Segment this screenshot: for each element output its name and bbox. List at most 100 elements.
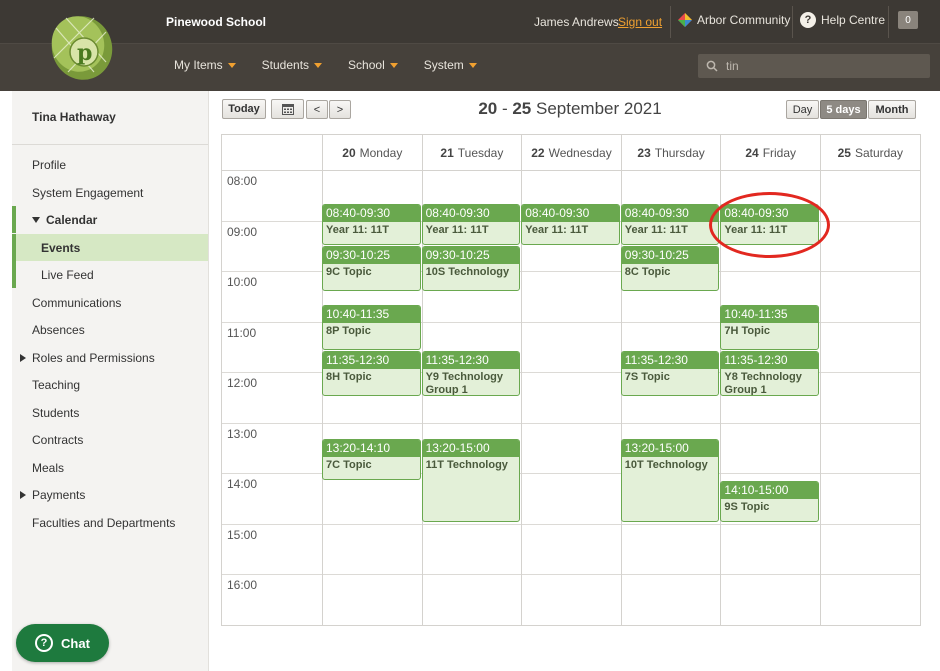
event-title: 8C Topic — [624, 265, 671, 278]
sidebar-item-students[interactable]: Students — [12, 399, 208, 426]
day-column-header[interactable]: 21 Tuesday — [421, 135, 522, 170]
next-button[interactable]: > — [329, 100, 351, 119]
previous-button[interactable]: < — [306, 100, 328, 119]
sidebar: Tina Hathaway Profile System Engagement … — [12, 91, 209, 671]
event-title: Y8 Technology Group 1 — [724, 370, 802, 396]
search-input[interactable] — [726, 59, 916, 73]
day-number: 20 — [342, 145, 356, 160]
sidebar-item-faculties-and-departments[interactable]: Faculties and Departments — [12, 509, 208, 536]
calendar-event[interactable]: 10:40-11:35 7H Topic — [720, 304, 819, 350]
search-icon — [706, 60, 718, 72]
event-time: 14:10-15:00 — [721, 482, 818, 500]
calendar-event[interactable]: 09:30-10:25 9C Topic — [322, 245, 421, 292]
day-column-header[interactable]: 25 Saturday — [820, 135, 920, 170]
sidebar-item-payments[interactable]: Payments — [12, 481, 208, 508]
chat-label: Chat — [61, 635, 90, 651]
event-time: 11:35-12:30 — [721, 351, 818, 369]
event-time: 09:30-10:25 — [621, 246, 719, 264]
nav-system[interactable]: System — [424, 58, 477, 72]
event-title: 10T Technology — [624, 459, 708, 472]
school-name[interactable]: Pinewood School — [166, 15, 266, 29]
sidebar-item-meals[interactable]: Meals — [12, 454, 208, 481]
calendar-event[interactable]: 08:40-09:30 Year 11: 11T — [521, 203, 620, 245]
chat-help-icon: ? — [35, 634, 54, 652]
date-picker-button[interactable] — [271, 99, 304, 119]
event-title: 9S Topic — [724, 501, 770, 514]
day-number: 21 — [440, 145, 454, 160]
help-centre-link[interactable]: ? Help Centre — [800, 12, 885, 28]
day-name: Thursday — [654, 145, 705, 160]
calendar-event[interactable]: 08:40-09:30 Year 11: 11T — [421, 203, 521, 245]
range-start-day: 20 — [478, 99, 498, 118]
sign-out-link[interactable]: Sign out — [618, 15, 662, 29]
calendar-event[interactable]: 08:40-09:30 Year 11: 11T — [620, 203, 720, 245]
event-time: 13:20-15:00 — [621, 440, 719, 458]
sidebar-item-communications[interactable]: Communications — [12, 289, 208, 316]
calendar-event[interactable]: 13:20-14:10 7C Topic — [322, 439, 421, 481]
caret-down-icon — [314, 62, 323, 68]
calendar-event[interactable]: 09:30-10:25 10S Technology — [421, 245, 521, 292]
header-divider-line — [222, 170, 920, 171]
search-box[interactable] — [698, 54, 930, 78]
sidebar-item-contracts[interactable]: Contracts — [12, 426, 208, 453]
view-month-button[interactable]: Month — [868, 100, 916, 119]
sidebar-item-label: Teaching — [32, 377, 81, 392]
sidebar-item-profile[interactable]: Profile — [12, 151, 208, 178]
nav-school[interactable]: School — [348, 58, 398, 72]
time-label: 12:00 — [227, 376, 258, 390]
time-label: 16:00 — [227, 578, 258, 592]
chat-button[interactable]: ? Chat — [16, 624, 109, 662]
sidebar-item-absences[interactable]: Absences — [12, 316, 208, 343]
sidebar-item-roles-and-permissions[interactable]: Roles and Permissions — [12, 344, 208, 371]
event-time: 11:35-12:30 — [621, 351, 719, 369]
sidebar-item-label: Students — [32, 405, 80, 420]
day-column-header[interactable]: 22 Wednesday — [521, 135, 621, 170]
calendar-event[interactable]: 11:35-12:30 7S Topic — [620, 350, 720, 397]
event-time: 10:40-11:35 — [323, 305, 420, 323]
sidebar-item-calendar[interactable]: Calendar — [12, 206, 208, 233]
user-name: James Andrews — [534, 15, 619, 29]
event-title: Year 11: 11T — [525, 223, 589, 236]
sidebar-item-events[interactable]: Events — [12, 234, 208, 261]
nav-students[interactable]: Students — [262, 58, 323, 72]
notification-badge[interactable]: 0 — [898, 11, 918, 29]
sidebar-item-system-engagement[interactable]: System Engagement — [12, 179, 208, 206]
calendar-event[interactable]: 08:40-09:30 Year 11: 11T — [322, 203, 421, 245]
calendar-event[interactable]: 13:20-15:00 11T Technology — [421, 439, 521, 523]
view-day-button[interactable]: Day — [786, 100, 819, 119]
range-month-year: September 2021 — [531, 99, 662, 118]
nav-my-items[interactable]: My Items — [174, 58, 236, 72]
hour-line — [222, 523, 920, 525]
caret-down-icon — [389, 62, 398, 68]
day-number: 23 — [637, 145, 651, 160]
calendar-event[interactable]: 14:10-15:00 9S Topic — [720, 481, 819, 523]
app-header: p Pinewood School James Andrews Sign out… — [0, 0, 940, 91]
day-name: Monday — [359, 145, 403, 160]
sidebar-divider — [12, 144, 208, 145]
sidebar-item-teaching[interactable]: Teaching — [12, 371, 208, 398]
collapsed-triangle-icon — [20, 353, 26, 362]
day-name: Friday — [762, 145, 797, 160]
day-column-header[interactable]: 20 Monday — [322, 135, 422, 170]
school-logo[interactable]: p — [44, 8, 120, 84]
arbor-community-link[interactable]: Arbor Community — [678, 13, 790, 27]
sidebar-item-label: Payments — [32, 487, 86, 502]
calendar-event[interactable]: 11:35-12:30 Y8 Technology Group 1 — [720, 350, 819, 397]
calendar-event[interactable]: 13:20-15:00 10T Technology — [620, 439, 720, 523]
event-time: 09:30-10:25 — [323, 246, 420, 264]
day-column-header[interactable]: 24 Friday — [720, 135, 820, 170]
event-time: 09:30-10:25 — [422, 246, 520, 264]
sidebar-item-live-feed[interactable]: Live Feed — [12, 261, 208, 288]
day-number: 22 — [531, 145, 545, 160]
calendar-event[interactable]: 09:30-10:25 8C Topic — [620, 245, 720, 292]
calendar-event[interactable]: 11:35-12:30 Y9 Technology Group 1 — [421, 350, 521, 397]
view-5-days-button[interactable]: 5 days — [820, 100, 867, 119]
calendar-event[interactable]: 11:35-12:30 8H Topic — [322, 350, 421, 397]
calendar-event[interactable]: 10:40-11:35 8P Topic — [322, 304, 421, 350]
day-name: Tuesday — [457, 145, 504, 160]
day-column-header[interactable]: 23 Thursday — [620, 135, 721, 170]
calendar-icon — [281, 104, 294, 115]
today-button[interactable]: Today — [222, 99, 266, 119]
sidebar-item-label: Calendar — [46, 212, 98, 227]
event-title: Year 11: 11T — [326, 223, 389, 236]
